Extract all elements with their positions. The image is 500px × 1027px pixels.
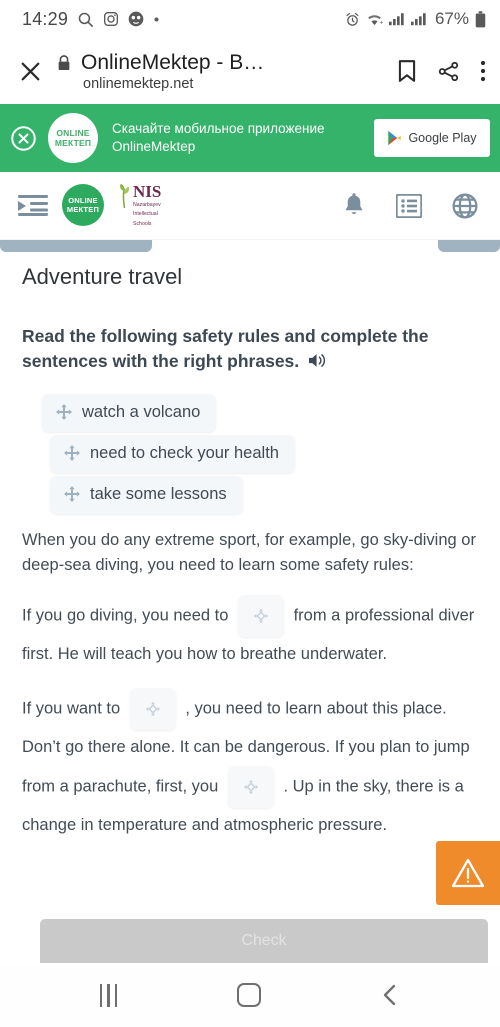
app-promo-banner: ONLINE МЕКТЕП Скачайте мобильное приложе…: [0, 104, 500, 172]
draggable-chip[interactable]: take some lessons: [50, 475, 243, 514]
drop-zone-3[interactable]: [227, 765, 274, 808]
chip-label: take some lessons: [90, 484, 227, 503]
drop-zone-1[interactable]: [238, 594, 284, 637]
site-nav-left: ONLINE МЕКТЕП NIS Nazarbayev Intellectua…: [18, 183, 161, 227]
lesson-content: Adventure travel Read the following safe…: [0, 254, 500, 963]
status-bar-left: 14:29: [22, 9, 160, 30]
check-button-label: Check: [241, 932, 287, 949]
nis-text: NIS Nazarbayev Intellectual Schools: [133, 183, 161, 227]
check-button[interactable]: Check: [40, 919, 488, 963]
phone-screen: 14:29 + 67% OnlineMektep - B… onlinemekt…: [0, 0, 500, 1027]
warning-button[interactable]: [436, 841, 500, 905]
browser-toolbar: OnlineMektep - B… onlinemektep.net: [0, 38, 500, 104]
dot-icon: [153, 16, 160, 23]
promo-text-line2: OnlineMektep: [112, 139, 196, 154]
app-icon: [128, 11, 144, 27]
nis-sub-line3: Schools: [133, 220, 152, 227]
google-play-button[interactable]: Google Play: [374, 119, 490, 157]
page-url: onlinemektep.net: [83, 75, 194, 92]
move-arrows-icon: [64, 445, 80, 462]
list-icon[interactable]: [396, 193, 422, 218]
indent-menu-icon[interactable]: [18, 193, 48, 217]
promo-logo-line2: МЕКТЕП: [54, 138, 92, 148]
drop-target-icon: [253, 608, 269, 623]
share-icon[interactable]: [437, 60, 460, 83]
alarm-icon: [345, 12, 360, 27]
close-icon[interactable]: [18, 59, 43, 84]
promo-logo-line1: ONLINE: [56, 127, 90, 138]
signal-icon: [388, 12, 405, 26]
drop-target-icon: [145, 702, 160, 717]
tab-stubs: [0, 240, 500, 254]
recents-icon[interactable]: [99, 983, 118, 1007]
android-status-bar: 14:29 + 67%: [0, 0, 500, 38]
nis-sub-line2: Intellectual: [133, 211, 158, 218]
chip-label: need to check your health: [90, 443, 279, 462]
draggable-chip[interactable]: watch a volcano: [42, 393, 217, 432]
task-instruction-text: Read the following safety rules and comp…: [22, 326, 429, 371]
tab-stub-left[interactable]: [0, 240, 152, 252]
paragraph-diving-part-a: If you go diving, you need to: [22, 606, 229, 625]
close-banner-icon[interactable]: [8, 123, 38, 153]
search-icon: [77, 11, 94, 28]
home-icon[interactable]: [236, 983, 261, 1007]
mektep-logo-line1: ONLINE: [68, 196, 98, 206]
site-nav-right: [342, 192, 478, 219]
address-bar[interactable]: OnlineMektep - B… onlinemektep.net: [57, 51, 383, 92]
mektep-logo-line2: МЕКТЕП: [66, 205, 100, 215]
warning-icon: [451, 857, 485, 889]
paragraph-diving: If you go diving, you need to from a pro…: [22, 594, 478, 672]
bell-icon[interactable]: [342, 192, 366, 219]
browser-actions: [397, 59, 486, 83]
lock-icon: [57, 54, 71, 71]
nis-abbr: NIS: [133, 182, 162, 202]
google-play-label: Google Play: [408, 131, 477, 145]
status-bar-right: + 67%: [345, 9, 486, 29]
site-top-nav: ONLINE МЕКТЕП NIS Nazarbayev Intellectua…: [0, 172, 500, 240]
promo-text: Скачайте мобильное приложение OnlineMekt…: [108, 120, 364, 156]
nis-logo: NIS Nazarbayev Intellectual Schools: [118, 183, 161, 227]
draggable-phrase-list: watch a volcano need to check your healt…: [22, 393, 478, 514]
promo-mektep-logo: ONLINE МЕКТЕП: [48, 113, 98, 163]
bookmark-icon[interactable]: [397, 59, 417, 83]
more-menu-icon[interactable]: [480, 59, 486, 83]
page-title: OnlineMektep - B…: [81, 50, 265, 74]
move-arrows-icon: [64, 486, 80, 503]
speaker-icon[interactable]: [308, 351, 327, 376]
page-title-heading: Adventure travel: [22, 264, 183, 289]
tab-stub-right[interactable]: [438, 240, 500, 252]
task-instruction: Read the following safety rules and comp…: [22, 324, 478, 376]
google-play-icon: [387, 130, 402, 146]
clock: 14:29: [22, 8, 69, 29]
nis-sub-line1: Nazarbayev: [133, 202, 161, 209]
wifi-icon: +: [366, 12, 383, 27]
svg-text:+: +: [379, 19, 383, 26]
draggable-chip[interactable]: need to check your health: [50, 434, 295, 473]
instagram-icon: [103, 11, 119, 27]
back-icon[interactable]: [380, 983, 400, 1007]
paragraph-intro: When you do any extreme sport, for examp…: [22, 530, 476, 575]
paragraph-volcano-part-a: If you want to: [22, 699, 121, 718]
chip-label: watch a volcano: [82, 402, 201, 421]
battery-icon: [475, 10, 486, 28]
move-arrows-icon: [56, 404, 72, 421]
signal-icon-2: [410, 12, 427, 26]
battery-percent: 67%: [434, 9, 469, 28]
drop-target-icon: [243, 779, 258, 794]
promo-text-line1: Скачайте мобильное приложение: [112, 121, 325, 137]
paragraph-volcano: If you want to , you need to learn about…: [22, 688, 478, 843]
mektep-logo[interactable]: ONLINE МЕКТЕП: [62, 184, 104, 227]
globe-icon[interactable]: [452, 193, 478, 219]
nis-sprout-icon: [118, 183, 131, 209]
android-nav-bar: [0, 963, 500, 1027]
drop-zone-2[interactable]: [129, 688, 176, 731]
